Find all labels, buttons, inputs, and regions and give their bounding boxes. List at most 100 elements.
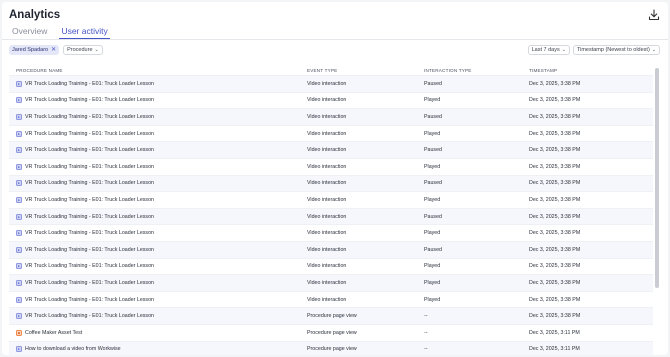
user-filter-chip: Jared Spadaro ✕ xyxy=(9,45,60,55)
table-row[interactable]: ▸ VR Truck Loading Training - E01: Truck … xyxy=(9,108,653,125)
procedure-name[interactable]: VR Truck Loading Training - E01: Truck L… xyxy=(25,97,154,103)
interaction-type-cell: Played xyxy=(424,296,441,303)
procedure-name[interactable]: VR Truck Loading Training - E01: Truck L… xyxy=(25,197,154,203)
procedure-name[interactable]: Coffee Maker Asset Test xyxy=(25,330,82,336)
procedure-name[interactable]: How to download a video from Workwise xyxy=(25,346,121,352)
tab-divider xyxy=(2,38,668,40)
event-type-cell: Video interaction xyxy=(307,213,347,220)
table-row[interactable]: ▸ VR Truck Loading Training - E01: Truck … xyxy=(9,274,653,291)
procedure-name[interactable]: VR Truck Loading Training - E01: Truck L… xyxy=(25,280,154,286)
event-type-cell: Procedure page view xyxy=(307,329,357,336)
procedure-icon: ▸ xyxy=(16,313,22,320)
procedure-name[interactable]: VR Truck Loading Training - E01: Truck L… xyxy=(25,313,154,319)
table-row[interactable]: ▸ VR Truck Loading Training - E01: Truck … xyxy=(9,307,653,324)
date-range-label: Last 7 days xyxy=(531,47,560,53)
interaction-type-cell: -- xyxy=(424,313,428,320)
procedure-name[interactable]: VR Truck Loading Training - E01: Truck L… xyxy=(25,297,154,303)
column-header-interaction-type[interactable]: INTERACTION TYPE xyxy=(424,68,529,73)
table-row[interactable]: ▸ VR Truck Loading Training - E01: Truck … xyxy=(9,141,653,158)
column-header-timestamp[interactable]: TIMESTAMP xyxy=(529,68,653,73)
column-header-event-type[interactable]: EVENT TYPE xyxy=(307,68,424,73)
procedure-name[interactable]: VR Truck Loading Training - E01: Truck L… xyxy=(25,164,154,170)
download-icon[interactable] xyxy=(648,9,660,21)
event-type-cell: Procedure page view xyxy=(307,346,357,353)
interaction-type-cell: Paused xyxy=(424,213,442,220)
procedure-cell: ▸ VR Truck Loading Training - E01: Truck … xyxy=(9,80,307,87)
event-type-cell: Video interaction xyxy=(307,147,347,154)
procedure-name[interactable]: VR Truck Loading Training - E01: Truck L… xyxy=(25,263,154,269)
procedure-cell: ▸ VR Truck Loading Training - E01: Truck … xyxy=(9,296,307,303)
procedure-cell: ▸ VR Truck Loading Training - E01: Truck … xyxy=(9,130,307,137)
asset-icon: ◆ xyxy=(16,329,22,336)
interaction-type-cell: -- xyxy=(424,329,428,336)
timestamp-cell: Dec 3, 2025, 3:38 PM xyxy=(529,313,581,320)
timestamp-cell: Dec 3, 2025, 3:38 PM xyxy=(529,196,581,203)
sort-label: Timestamp (Newest to oldest) xyxy=(576,47,650,53)
table-row[interactable]: ▸ How to download a video from Workwise Pr… xyxy=(9,340,653,355)
timestamp-cell: Dec 3, 2025, 3:38 PM xyxy=(529,230,581,237)
interaction-type-cell: Played xyxy=(424,196,441,203)
procedure-name[interactable]: VR Truck Loading Training - E01: Truck L… xyxy=(25,114,154,120)
procedure-cell: ▸ VR Truck Loading Training - E01: Truck … xyxy=(9,279,307,286)
column-header-procedure[interactable]: PROCEDURE NAME xyxy=(9,68,307,73)
analytics-card: Analytics Overview User activity Jared S… xyxy=(2,2,668,355)
procedure-name[interactable]: VR Truck Loading Training - E01: Truck L… xyxy=(25,230,154,236)
procedure-name[interactable]: VR Truck Loading Training - E01: Truck L… xyxy=(25,81,154,87)
table-row[interactable]: ▸ VR Truck Loading Training - E01: Truck … xyxy=(9,174,653,192)
timestamp-cell: Dec 3, 2025, 3:38 PM xyxy=(529,163,581,170)
procedure-name[interactable]: VR Truck Loading Training - E01: Truck L… xyxy=(25,180,154,186)
table-row[interactable]: ◆ Coffee Maker Asset Test Procedure page v… xyxy=(9,323,653,341)
event-type-cell: Video interaction xyxy=(307,263,347,270)
timestamp-cell: Dec 3, 2025, 3:38 PM xyxy=(529,263,581,270)
event-type-cell: Procedure page view xyxy=(307,313,357,320)
date-range-dropdown[interactable]: Last 7 days ⌄ xyxy=(527,45,570,55)
table-row[interactable]: ▸ VR Truck Loading Training - E01: Truck … xyxy=(9,257,653,275)
table-body: ▸ VR Truck Loading Training - E01: Truck … xyxy=(9,75,653,355)
timestamp-cell: Dec 3, 2025, 3:38 PM xyxy=(529,213,581,220)
procedure-icon: ▸ xyxy=(16,97,22,104)
table-row[interactable]: ▸ VR Truck Loading Training - E01: Truck … xyxy=(9,224,653,241)
timestamp-cell: Dec 3, 2025, 3:38 PM xyxy=(529,97,581,104)
procedure-icon: ▸ xyxy=(16,213,22,220)
event-type-cell: Video interaction xyxy=(307,279,347,286)
event-type-cell: Video interaction xyxy=(307,130,347,137)
table-row[interactable]: ▸ VR Truck Loading Training - E01: Truck … xyxy=(9,290,653,308)
user-filter-label: Jared Spadaro xyxy=(12,47,49,53)
procedure-icon: ▸ xyxy=(16,130,22,137)
interaction-type-cell: Paused xyxy=(424,246,442,253)
table-row[interactable]: ▸ VR Truck Loading Training - E01: Truck … xyxy=(9,75,653,92)
table-row[interactable]: ▸ VR Truck Loading Training - E01: Truck … xyxy=(9,240,653,258)
procedure-icon: ▸ xyxy=(16,196,22,203)
event-type-cell: Video interaction xyxy=(307,163,347,170)
table-row[interactable]: ▸ VR Truck Loading Training - E01: Truck … xyxy=(9,91,653,109)
procedure-cell: ▸ VR Truck Loading Training - E01: Truck … xyxy=(9,230,307,237)
procedure-cell: ▸ VR Truck Loading Training - E01: Truck … xyxy=(9,246,307,253)
procedure-name[interactable]: VR Truck Loading Training - E01: Truck L… xyxy=(25,147,154,153)
tab-user-activity[interactable]: User activity xyxy=(59,26,110,39)
event-type-cell: Video interaction xyxy=(307,113,347,120)
procedure-cell: ▸ VR Truck Loading Training - E01: Truck … xyxy=(9,147,307,154)
timestamp-cell: Dec 3, 2025, 3:11 PM xyxy=(529,346,580,353)
event-type-cell: Video interaction xyxy=(307,97,347,104)
procedure-cell: ▸ VR Truck Loading Training - E01: Truck … xyxy=(9,263,307,270)
scrollbar[interactable] xyxy=(655,68,659,288)
procedure-icon: ▸ xyxy=(16,147,22,154)
interaction-type-cell: Paused xyxy=(424,113,442,120)
timestamp-cell: Dec 3, 2025, 3:38 PM xyxy=(529,130,581,137)
procedure-name[interactable]: VR Truck Loading Training - E01: Truck L… xyxy=(25,247,154,253)
event-type-cell: Video interaction xyxy=(307,246,347,253)
table-row[interactable]: ▸ VR Truck Loading Training - E01: Truck … xyxy=(9,207,653,225)
procedure-name[interactable]: VR Truck Loading Training - E01: Truck L… xyxy=(25,214,154,220)
table-row[interactable]: ▸ VR Truck Loading Training - E01: Truck … xyxy=(9,157,653,175)
timestamp-cell: Dec 3, 2025, 3:38 PM xyxy=(529,279,581,286)
table-row[interactable]: ▸ VR Truck Loading Training - E01: Truck … xyxy=(9,124,653,142)
interaction-type-cell: Played xyxy=(424,130,441,137)
procedure-name[interactable]: VR Truck Loading Training - E01: Truck L… xyxy=(25,131,154,137)
activity-table: PROCEDURE NAME EVENT TYPE INTERACTION TY… xyxy=(9,66,653,355)
sort-dropdown[interactable]: Timestamp (Newest to oldest) ⌄ xyxy=(572,45,660,55)
event-type-cell: Video interaction xyxy=(307,180,347,187)
table-row[interactable]: ▸ VR Truck Loading Training - E01: Truck … xyxy=(9,191,653,208)
tab-overview[interactable]: Overview xyxy=(10,26,49,39)
remove-chip-icon[interactable]: ✕ xyxy=(51,47,56,53)
procedure-dropdown[interactable]: Procedure ⌄ xyxy=(63,45,103,55)
